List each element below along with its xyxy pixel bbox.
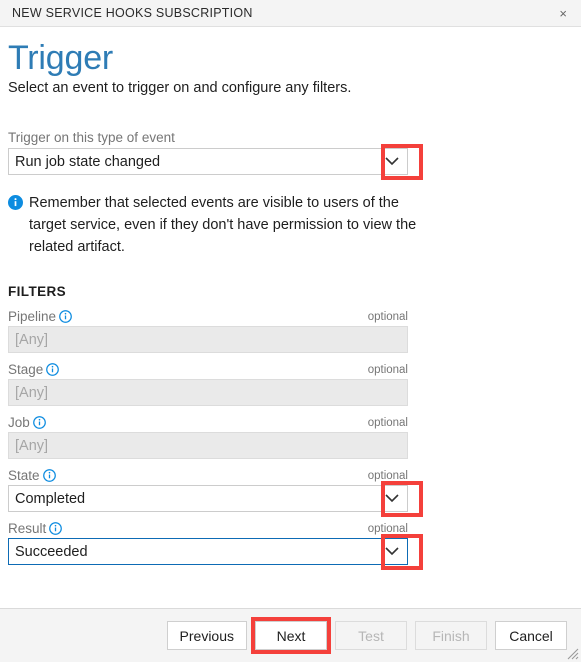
- info-outline-icon[interactable]: [59, 310, 72, 324]
- filter-input-row: [8, 432, 408, 460]
- filters-heading: FILTERS: [8, 284, 67, 300]
- dialog-footer: Previous Next Test Finish Cancel: [0, 608, 581, 662]
- cancel-button[interactable]: Cancel: [495, 621, 567, 650]
- filter-label-row: Pipeline optional: [8, 309, 408, 324]
- chevron-down-icon[interactable]: [377, 149, 407, 174]
- filter-input-row: [8, 481, 423, 518]
- filter-input-job: [8, 432, 408, 460]
- filter-input-state[interactable]: [8, 485, 408, 513]
- filter-input-row: [8, 379, 408, 407]
- info-note-text: Remember that selected events are visibl…: [29, 195, 417, 255]
- optional-label: optional: [367, 363, 408, 376]
- filter-field-state: State optional: [8, 468, 569, 518]
- footer-button-wrap: Cancel: [487, 621, 567, 650]
- filters-container: Pipeline optional Stage optional Job optional…: [8, 309, 569, 571]
- info-outline-icon[interactable]: [49, 522, 63, 536]
- info-outline-icon[interactable]: [46, 363, 60, 377]
- footer-button-wrap: Test: [327, 621, 407, 650]
- info-outline-icon[interactable]: [32, 416, 46, 430]
- filter-field-stage: Stage optional: [8, 362, 569, 407]
- finish-button: Finish: [415, 621, 487, 650]
- event-type-field: Trigger on this type of event: [8, 130, 569, 181]
- previous-button[interactable]: Previous: [166, 621, 247, 650]
- dialog-content: Trigger Select an event to trigger on an…: [0, 27, 581, 608]
- filter-field-pipeline: Pipeline optional: [8, 309, 569, 354]
- info-note: Remember that selected events are visibl…: [8, 193, 418, 258]
- info-filled-icon: [8, 195, 23, 215]
- window-title: NEW SERVICE HOOKS SUBSCRIPTION: [12, 6, 253, 20]
- optional-label: optional: [367, 522, 408, 535]
- event-type-label: Trigger on this type of event: [8, 130, 175, 146]
- footer-button-wrap: Finish: [407, 621, 487, 650]
- filter-label: Job: [8, 415, 30, 431]
- filter-label-row: State optional: [8, 468, 408, 483]
- info-outline-icon[interactable]: [42, 469, 56, 483]
- footer-button-wrap: Previous: [159, 621, 247, 650]
- filter-input-pipeline: [8, 326, 408, 354]
- chevron-down-icon[interactable]: [377, 486, 407, 511]
- optional-label: optional: [367, 469, 408, 482]
- filter-label: Pipeline: [8, 309, 57, 325]
- page-title: Trigger: [8, 39, 114, 77]
- filter-input-row: [8, 534, 423, 571]
- test-button: Test: [335, 621, 407, 650]
- filter-label-row: Job optional: [8, 415, 408, 430]
- filter-label: State: [8, 468, 40, 484]
- event-type-input[interactable]: [8, 148, 408, 176]
- next-button[interactable]: Next: [255, 621, 327, 650]
- filter-input-stage: [8, 379, 408, 407]
- filter-input-row: [8, 326, 408, 354]
- close-icon[interactable]: ×: [555, 5, 571, 22]
- filter-label: Result: [8, 521, 47, 537]
- window-titlebar: NEW SERVICE HOOKS SUBSCRIPTION ×: [0, 0, 581, 27]
- optional-label: optional: [367, 310, 408, 323]
- footer-button-group: Previous Next Test Finish Cancel: [159, 617, 567, 654]
- filter-label: Stage: [8, 362, 44, 378]
- chevron-down-icon[interactable]: [377, 539, 407, 564]
- filter-field-result: Result optional: [8, 521, 569, 571]
- footer-button-wrap: Next: [247, 617, 331, 654]
- filter-field-job: Job optional: [8, 415, 569, 460]
- filter-label-row: Stage optional: [8, 362, 408, 377]
- page-subtitle: Select an event to trigger on and config…: [8, 80, 352, 97]
- optional-label: optional: [367, 416, 408, 429]
- filter-label-row: Result optional: [8, 521, 408, 536]
- filter-input-result[interactable]: [8, 538, 408, 566]
- event-type-input-row: [8, 144, 423, 181]
